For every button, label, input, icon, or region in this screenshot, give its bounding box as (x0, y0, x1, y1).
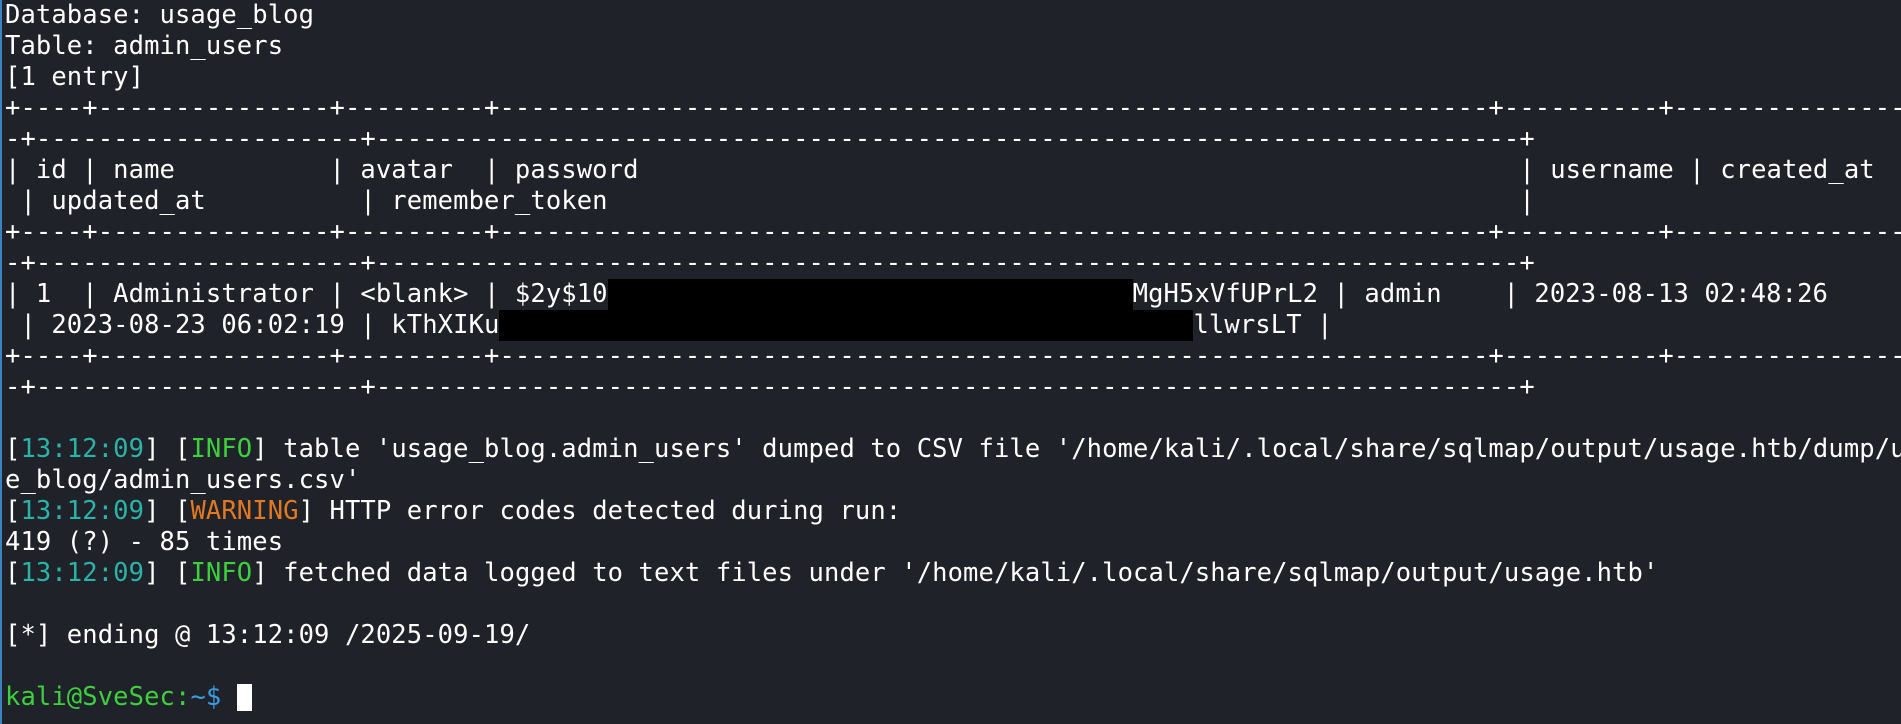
prompt-path: ~$ (190, 682, 222, 712)
prompt-user-host: kali@SveSec: (5, 682, 191, 712)
row-cell-text: MgH5xVfUPrL2 | admin | 2023-08-13 02:48:… (1132, 279, 1828, 309)
terminal-window[interactable]: Database: usage_blog Table: admin_users … (0, 0, 1901, 724)
log-line: [13:12:09] [INFO] fetched data logged to… (5, 558, 1659, 588)
row-cell-text: | 1 | Administrator | <blank> | $2y$10 (5, 279, 608, 309)
table-row: | 1 | Administrator | <blank> | $2y$10 Mg… (5, 279, 1901, 310)
text-cursor (236, 684, 252, 711)
log-message: table 'usage_blog.admin_users' dumped to… (267, 434, 1901, 464)
table-border: -+---------------------+----------------… (5, 248, 1535, 278)
log-level-warning: WARNING (190, 496, 299, 526)
entry-count-line: [1 entry] (5, 62, 145, 92)
log-message: HTTP error codes detected during run: (314, 496, 902, 526)
table-border: +----+---------------+---------+--------… (5, 217, 1901, 247)
log-timestamp: 13:12:09 (20, 558, 145, 588)
table-line: Table: admin_users (5, 31, 284, 61)
row-cell-text: | 2023-08-23 06:02:19 | kThXIKu (5, 310, 500, 340)
log-line: [13:12:09] [WARNING] HTTP error codes de… (5, 496, 902, 526)
table-border: +----+---------------+---------+--------… (5, 341, 1901, 371)
log-line: [13:12:09] [INFO] table 'usage_blog.admi… (5, 434, 1901, 465)
row-cell-text: llwrsLT | (1193, 310, 1333, 340)
database-line: Database: usage_blog (5, 0, 315, 30)
ending-line: [*] ending @ 13:12:09 /2025-09-19/ (5, 620, 531, 650)
table-border: -+---------------------+----------------… (5, 124, 1535, 154)
log-message: fetched data logged to text files under … (267, 558, 1659, 588)
log-level-info: INFO (190, 434, 253, 464)
table-row: | 2023-08-23 06:02:19 | kThXIKu llwrsLT | (5, 310, 1901, 341)
log-timestamp: 13:12:09 (20, 434, 145, 464)
table-header-row: | id | name | avatar | password | userna… (5, 155, 1875, 185)
table-header-row: | updated_at | remember_token | (5, 186, 1535, 216)
prompt-input[interactable] (221, 682, 236, 712)
shell-prompt[interactable]: kali@SveSec:~$ (5, 682, 1901, 713)
redaction-block (607, 279, 1133, 310)
table-border: -+---------------------+----------------… (5, 372, 1535, 402)
redaction-block (499, 310, 1194, 341)
log-continuation: e_blog/admin_users.csv' (5, 465, 361, 495)
log-level-info: INFO (190, 558, 253, 588)
log-continuation: 419 (?) - 85 times (5, 527, 284, 557)
log-timestamp: 13:12:09 (20, 496, 145, 526)
table-border: +----+---------------+---------+--------… (5, 93, 1901, 123)
